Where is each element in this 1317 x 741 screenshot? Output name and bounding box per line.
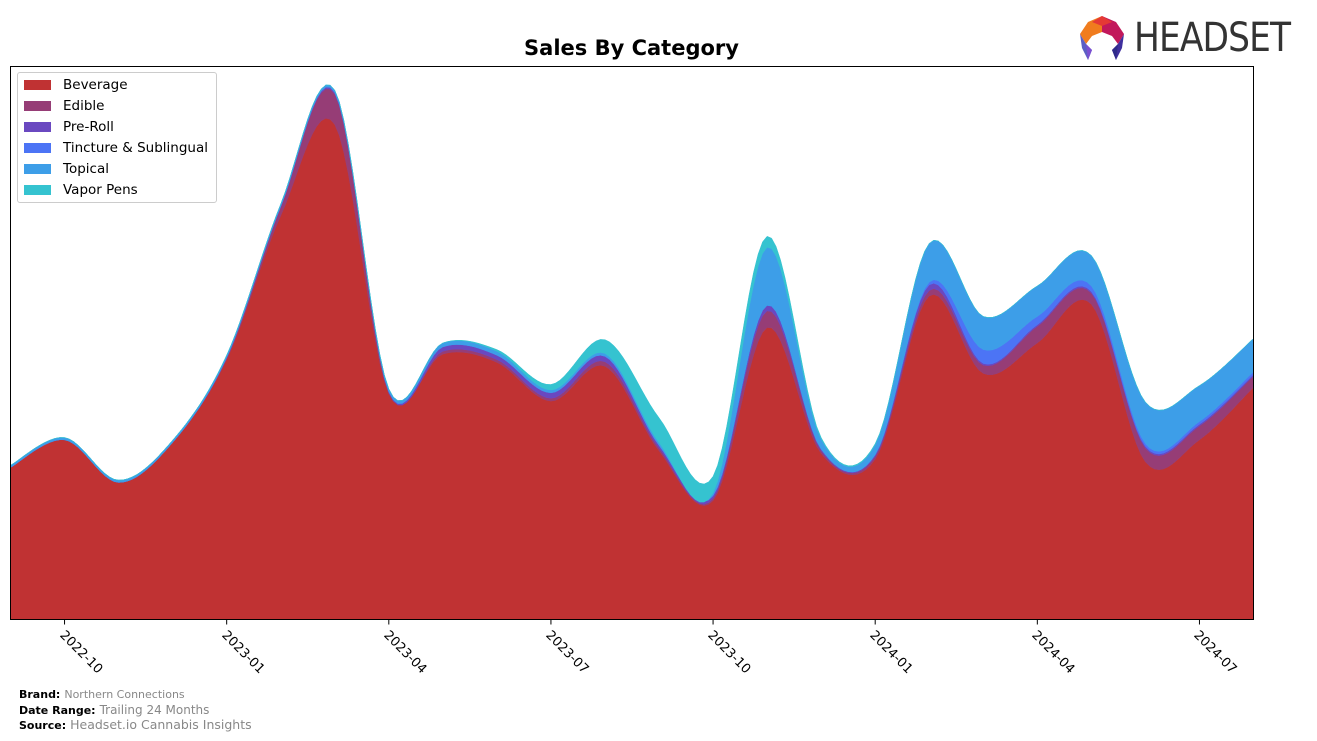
legend-label: Edible [63,98,105,114]
date-range-label: Date Range: [19,704,96,717]
brand-value: Northern Connections [64,688,185,701]
legend-label: Tincture & Sublingual [63,140,208,156]
date-range-value: Trailing 24 Months [99,703,210,717]
legend-label: Pre-Roll [63,119,114,135]
legend-label: Topical [63,161,109,177]
footer-date-range: Date Range: Trailing 24 Months [19,703,209,717]
legend-swatch [24,80,51,90]
footer-brand: Brand: Northern Connections [19,688,185,701]
legend-swatch [24,101,51,111]
legend-label: Beverage [63,77,128,93]
legend-item-edible: Edible [24,96,104,116]
source-value: Headset.io Cannabis Insights [70,717,252,732]
legend-label: Vapor Pens [63,182,138,198]
brand-label: Brand: [19,688,61,701]
legend-item-vapor-pens: Vapor Pens [24,180,138,200]
legend-item-pre-roll: Pre-Roll [24,117,114,137]
legend-swatch [24,122,51,132]
legend-swatch [24,143,51,153]
legend-swatch [24,164,51,174]
legend-swatch [24,185,51,195]
source-label: Source: [19,719,67,732]
footer-source: Source: Headset.io Cannabis Insights [19,717,252,732]
legend: Beverage Edible Pre-Roll Tincture & Subl… [17,72,217,203]
legend-item-beverage: Beverage [24,75,128,95]
legend-item-tincture-sublingual: Tincture & Sublingual [24,138,208,158]
legend-item-topical: Topical [24,159,109,179]
